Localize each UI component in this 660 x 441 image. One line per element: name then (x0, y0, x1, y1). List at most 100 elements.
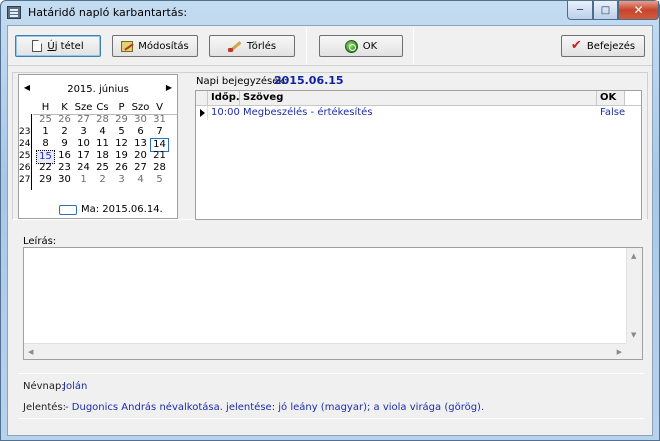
calendar-day[interactable]: 28 (150, 162, 169, 174)
calendar-day[interactable]: 13 (131, 138, 150, 150)
current-row-icon (196, 106, 208, 120)
next-month-icon[interactable]: ▶ (163, 83, 175, 92)
window-title: Határidő napló karbantartás: (28, 6, 188, 19)
row-indicator-header (196, 91, 208, 105)
main-window: Határidő napló karbantartás: ─ □ ✕ Új té… (0, 0, 660, 441)
calendar-day[interactable]: 30 (55, 174, 74, 186)
calendar-day[interactable]: 27 (131, 162, 150, 174)
calendar-day[interactable]: 30 (131, 114, 150, 126)
week-number: 24 (19, 139, 31, 149)
calendar-day[interactable]: 27 (74, 114, 93, 126)
calendar-day[interactable]: 4 (131, 174, 150, 186)
calendar-weekday-row: H K Sze Cs P Szo V (19, 102, 177, 114)
delete-button[interactable]: Törlés (209, 35, 295, 57)
cell-ok[interactable]: False (597, 106, 625, 120)
column-header-time[interactable]: Időp. (208, 91, 240, 105)
client-area: Új tétel Módosítás Törlés OK ✔ Befejezés (7, 25, 653, 436)
calendar-day[interactable]: 10 (74, 138, 93, 150)
calendar-day[interactable]: 26 (112, 162, 131, 174)
calendar-week-row: 26 22 23 24 25 26 27 28 (19, 162, 177, 174)
delete-label: Törlés (246, 40, 277, 52)
horizontal-scrollbar[interactable]: ◀ ▶ (24, 343, 626, 359)
calendar-day[interactable]: 26 (55, 114, 74, 126)
calendar-day[interactable]: 25 (93, 162, 112, 174)
weekday-label: V (156, 102, 163, 113)
calendar-day[interactable]: 3 (112, 174, 131, 186)
checkmark-icon: ✔ (570, 38, 582, 53)
description-label: Leírás: (23, 236, 57, 247)
calendar-day[interactable]: 11 (93, 138, 112, 150)
scroll-up-icon[interactable]: ▲ (631, 252, 636, 260)
ok-icon (344, 39, 358, 53)
calendar-day[interactable]: 4 (93, 126, 112, 138)
calendar-month-title[interactable]: 2015. június (19, 84, 177, 95)
edit-button[interactable]: Módosítás (112, 35, 198, 57)
weekday-label: Sze (74, 102, 93, 113)
cell-text[interactable]: Megbeszélés - értékesítés (240, 106, 597, 120)
scroll-down-icon[interactable]: ▼ (631, 331, 636, 339)
calendar-day[interactable]: 6 (131, 126, 150, 138)
calendar-day[interactable]: 19 (112, 150, 131, 162)
week-number-divider (31, 114, 32, 190)
calendar-today-footer[interactable]: Ma: 2015.06.14. (59, 203, 163, 216)
calendar-day[interactable]: 25 (36, 114, 55, 126)
calendar-day[interactable]: 20 (131, 150, 150, 162)
calendar-day[interactable]: 2 (93, 174, 112, 186)
calendar-day[interactable]: 23 (55, 162, 74, 174)
calendar-day[interactable]: 29 (36, 174, 55, 186)
eraser-icon (227, 40, 242, 52)
edit-label: Módosítás (138, 40, 189, 52)
toolbar: Új tétel Módosítás Törlés OK ✔ Befejezés (8, 26, 652, 66)
week-number: 26 (19, 163, 31, 173)
minimize-button[interactable]: ─ (567, 1, 593, 20)
calendar-week-row: 25 15 16 17 18 19 20 21 (19, 150, 177, 164)
scrollbar-corner (626, 343, 642, 359)
maximize-icon: □ (600, 4, 611, 16)
calendar-day[interactable]: 9 (55, 138, 74, 150)
column-header-ok[interactable]: OK (597, 91, 625, 105)
description-memo[interactable]: ▲ ▼ ◀ ▶ (23, 247, 643, 360)
finish-button[interactable]: ✔ Befejezés (561, 35, 645, 57)
table-row[interactable]: 10:00 Megbeszélés - értékesítés False (196, 106, 641, 120)
calendar-day[interactable]: 1 (74, 174, 93, 186)
calendar-day[interactable]: 16 (55, 150, 74, 162)
calendar-day[interactable]: 22 (36, 162, 55, 174)
maximize-button[interactable]: □ (593, 1, 618, 20)
calendar-day[interactable]: 31 (150, 114, 169, 126)
month-calendar[interactable]: ◀ 2015. június ▶ H K Sze Cs P Szo V 25 26… (18, 74, 178, 219)
finish-label: Befejezés (586, 40, 636, 52)
nameday-label: Névnap: (23, 381, 65, 392)
calendar-day[interactable]: 2 (55, 126, 74, 138)
close-icon: ✕ (633, 3, 644, 17)
calendar-day[interactable]: 21 (150, 150, 169, 162)
calendar-day[interactable]: 3 (74, 126, 93, 138)
new-item-button[interactable]: Új tétel (15, 35, 101, 57)
calendar-day[interactable]: 7 (150, 126, 169, 138)
entries-grid[interactable]: Időp. Szöveg OK 10:00 Megbeszélés - érté… (195, 90, 642, 220)
weekday-label: K (61, 102, 68, 113)
calendar-day[interactable]: 24 (74, 162, 93, 174)
toolbar-separator (413, 28, 414, 64)
calendar-day[interactable]: 5 (150, 174, 169, 186)
calendar-week-row: 24 8 9 10 11 12 13 14 (19, 138, 177, 152)
column-header-text[interactable]: Szöveg (240, 91, 597, 105)
nameday-value: Jolán (63, 381, 88, 392)
calendar-day[interactable]: 28 (93, 114, 112, 126)
title-bar[interactable]: Határidő napló karbantartás: ─ □ ✕ (1, 1, 659, 25)
toolbar-separator (306, 28, 307, 64)
today-marker-icon (59, 204, 77, 215)
ok-button[interactable]: OK (319, 35, 403, 57)
calendar-day[interactable]: 29 (112, 114, 131, 126)
calendar-day[interactable]: 8 (36, 138, 55, 150)
calendar-day[interactable]: 17 (74, 150, 93, 162)
calendar-day[interactable]: 12 (112, 138, 131, 150)
calendar-day[interactable]: 5 (112, 126, 131, 138)
cell-time[interactable]: 10:00 (208, 106, 240, 120)
calendar-day[interactable]: 18 (93, 150, 112, 162)
vertical-scrollbar[interactable]: ▲ ▼ (626, 248, 642, 343)
scroll-right-icon[interactable]: ▶ (617, 348, 622, 356)
app-icon (7, 6, 21, 19)
close-button[interactable]: ✕ (618, 1, 659, 20)
calendar-day[interactable]: 1 (36, 126, 55, 138)
scroll-left-icon[interactable]: ◀ (28, 348, 33, 356)
